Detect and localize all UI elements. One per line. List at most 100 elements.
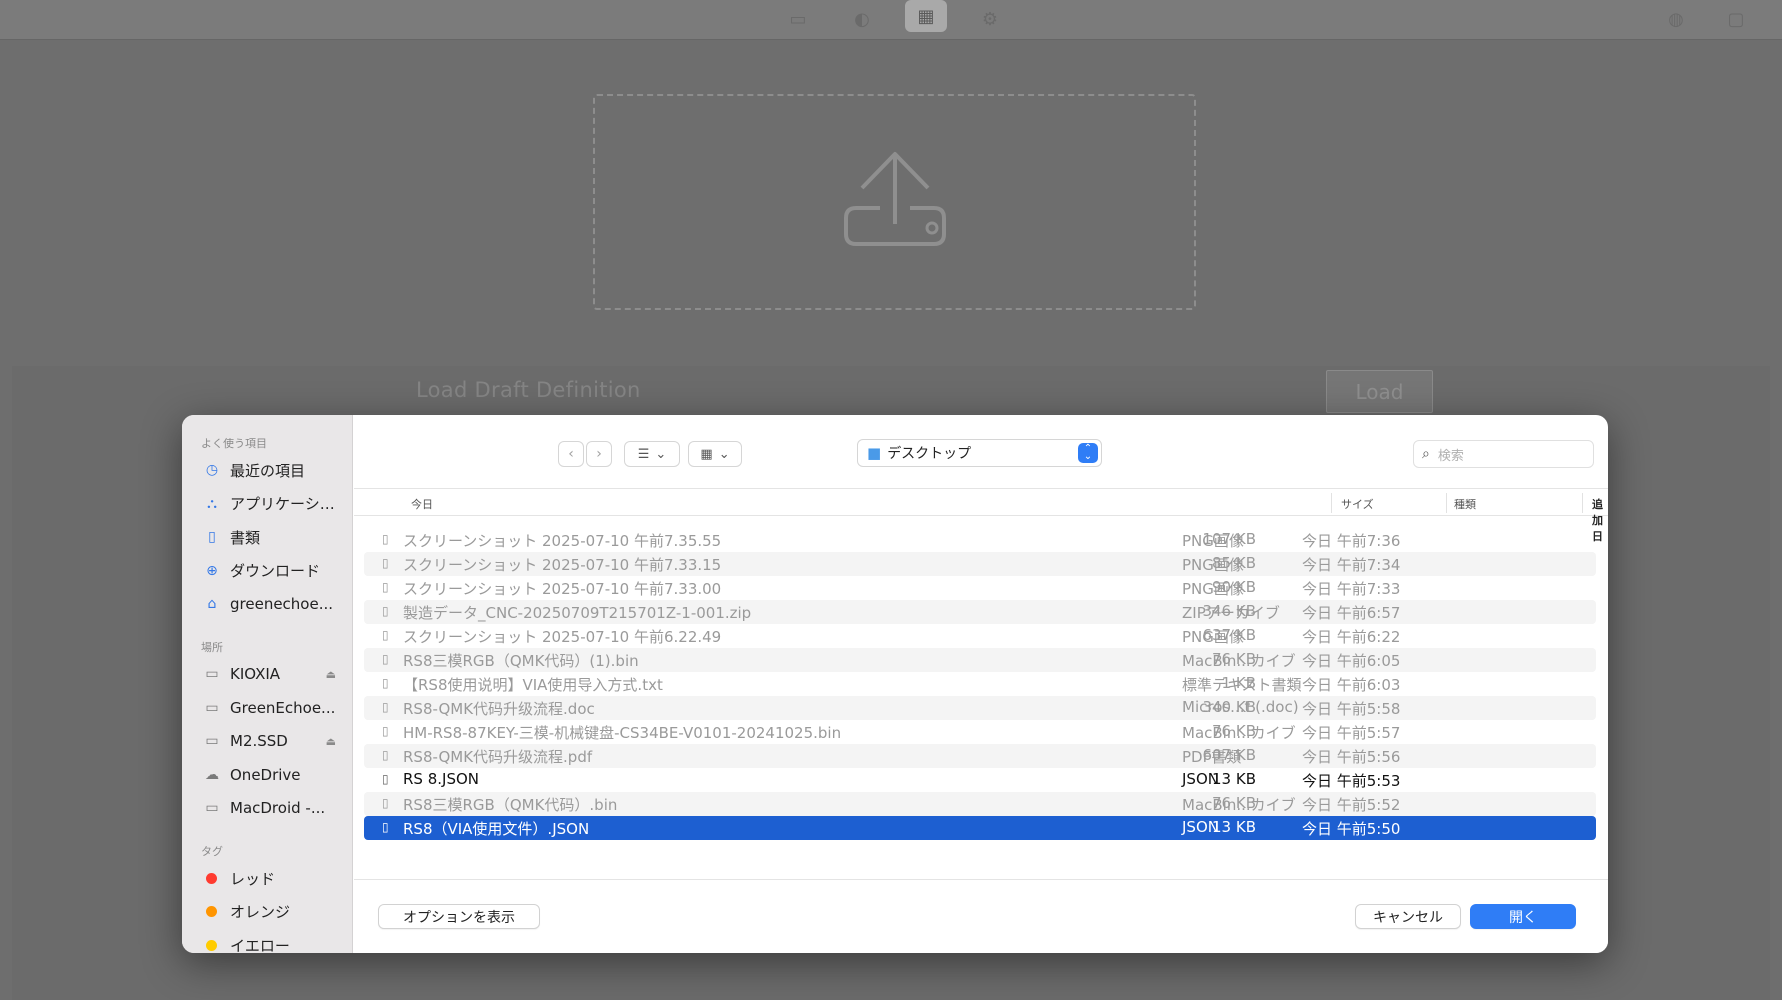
- sidebar-item[interactable]: ⊕ ダウンロード: [202, 558, 342, 584]
- keyboard-icon[interactable]: ▭: [780, 5, 816, 33]
- sidebar-item-label: M2.SSD: [230, 732, 288, 750]
- document-icon: ▯: [208, 529, 216, 545]
- account-icon[interactable]: ◍: [1658, 5, 1694, 33]
- file-row[interactable]: ▯ スクリーンショット 2025-07-10 午前6.22.49 637 KB PNG…: [364, 624, 1596, 648]
- size-column-header[interactable]: サイズ: [1341, 496, 1374, 512]
- upload-drop-zone[interactable]: [593, 94, 1196, 310]
- file-row[interactable]: ▯ スクリーンショット 2025-07-10 午前7.35.55 107 KB PNG…: [364, 528, 1596, 552]
- file-date: 今日 午前5:56: [1302, 748, 1401, 766]
- file-name: スクリーンショット 2025-07-10 午前7.35.55: [403, 532, 722, 550]
- file-icon: ▯: [382, 556, 389, 570]
- eject-icon[interactable]: ⏏: [326, 668, 336, 681]
- file-row[interactable]: ▯ RS8-QMK代码升级流程.doc 340 KB Micros...t (.doc…: [364, 696, 1596, 720]
- file-date: 今日 午前5:58: [1302, 700, 1401, 718]
- sidebar-item[interactable]: ◷ 最近の項目: [202, 457, 342, 483]
- search-field[interactable]: ⌕ 検索: [1413, 440, 1594, 468]
- load-button[interactable]: Load: [1326, 370, 1433, 413]
- sidebar-item-label: GreenEchoe...: [230, 698, 336, 717]
- column-divider[interactable]: [1582, 493, 1583, 513]
- file-row[interactable]: ▯ RS8三模RGB（QMK代码）.bin 76 KB MacBin...カイブ 今日 …: [364, 792, 1596, 816]
- open-button[interactable]: 開く: [1470, 904, 1576, 929]
- location-label: デスクトップ: [887, 446, 972, 462]
- dialog-footer: オプションを表示 キャンセル 開く: [354, 879, 1608, 953]
- forward-button[interactable]: ›: [586, 441, 612, 467]
- file-kind: JSON: [1182, 770, 1219, 788]
- file-kind: Micros...t (.doc): [1182, 698, 1299, 716]
- name-column-header[interactable]: 今日: [411, 496, 433, 512]
- cancel-button[interactable]: キャンセル: [1355, 904, 1461, 929]
- file-icon: ▯: [382, 700, 389, 714]
- search-placeholder: 検索: [1437, 448, 1464, 464]
- favorites-heading: よく使う項目: [201, 437, 267, 450]
- location-popup[interactable]: ■ デスクトップ ⌃ ⌄: [857, 439, 1102, 467]
- file-row[interactable]: ▯ HM-RS8-87KEY-三模-机械键盘-CS34BE-V0101-20241…: [364, 720, 1596, 744]
- file-icon: ▯: [382, 772, 389, 786]
- file-row[interactable]: ▯ RS8-QMK代码升级流程.pdf 607 KB PDF書類 今日 午前5:56: [364, 744, 1596, 768]
- file-date: 今日 午前7:33: [1302, 580, 1401, 598]
- sidebar-item-label: OneDrive: [230, 765, 301, 784]
- back-button[interactable]: ‹: [558, 441, 584, 467]
- file-row[interactable]: ▯ RS8（VIA使用文件）.JSON 13 KB JSON 今日 午前5:50: [364, 816, 1596, 840]
- sidebar-item[interactable]: オレンジ: [202, 899, 342, 925]
- file-kind: 標準テキスト書類: [1182, 676, 1302, 694]
- window-icon[interactable]: ▢: [1718, 5, 1754, 33]
- list-icon: ☰: [637, 446, 650, 462]
- file-kind: PDF書類: [1182, 748, 1242, 766]
- column-divider[interactable]: [1446, 493, 1447, 513]
- open-file-dialog: よく使う項目 ◷ 最近の項目 ⛬ アプリケーシ… ▯ 書類 ⊕ ダウンロード ⌂ greenech…: [182, 415, 1608, 953]
- download-icon: ⊕: [206, 562, 218, 579]
- lighting-icon[interactable]: ◐: [844, 5, 880, 33]
- group-button[interactable]: ▦ ⌄: [688, 441, 742, 467]
- tags-heading: タグ: [201, 845, 223, 858]
- file-row[interactable]: ▯ スクリーンショット 2025-07-10 午前7.33.15 85 KB PNG画…: [364, 552, 1596, 576]
- grid-icon: ▦: [700, 446, 713, 462]
- chevron-down-icon: ⌄: [655, 446, 667, 462]
- file-kind: ZIPアーカイブ: [1182, 604, 1280, 622]
- sidebar-item[interactable]: レッド: [202, 865, 342, 891]
- sidebar-item[interactable]: ⌂ greenechoe...: [202, 591, 342, 617]
- file-icon: ▯: [382, 796, 389, 810]
- file-date: 今日 午前5:57: [1302, 724, 1401, 742]
- sidebar-item[interactable]: イエロー: [202, 932, 342, 953]
- sidebar-item[interactable]: ▭ KIOXIA ⏏: [202, 661, 342, 687]
- file-kind: PNG画像: [1182, 556, 1244, 574]
- sidebar-item[interactable]: ⛬ アプリケーシ…: [202, 491, 342, 517]
- file-icon: ▯: [382, 676, 389, 690]
- file-icon: ▯: [382, 604, 389, 618]
- file-row[interactable]: ▯ 製造データ_CNC-20250709T215701Z-1-001.zip 346…: [364, 600, 1596, 624]
- file-name: RS8三模RGB（QMK代码）.bin: [403, 796, 618, 814]
- sidebar-item[interactable]: ▭ M2.SSD ⏏: [202, 728, 342, 754]
- sidebar-item-label: レッド: [230, 869, 276, 888]
- column-header: 今日 サイズ 種類 追加日 ⌄: [354, 488, 1608, 543]
- sidebar-item[interactable]: ☁ OneDrive: [202, 762, 342, 788]
- tag-dot-icon: [206, 906, 217, 917]
- file-name: RS 8.JSON: [403, 770, 479, 788]
- file-row[interactable]: ▯ スクリーンショット 2025-07-10 午前7.33.00 90 KB PNG画…: [364, 576, 1596, 600]
- file-icon: ▯: [382, 748, 389, 762]
- sidebar-item[interactable]: ▯ 書類: [202, 524, 342, 550]
- file-icon: ▯: [382, 628, 389, 642]
- kind-column-header[interactable]: 種類: [1454, 496, 1476, 512]
- settings-icon[interactable]: ⚙: [972, 5, 1008, 33]
- eject-icon[interactable]: ⏏: [326, 735, 336, 748]
- file-row[interactable]: ▯ RS 8.JSON 13 KB JSON 今日 午前5:53: [364, 768, 1596, 792]
- file-row[interactable]: ▯ RS8三模RGB（QMK代码）(1).bin 76 KB MacBin...カイブ…: [364, 648, 1596, 672]
- design-icon[interactable]: ▦: [905, 0, 947, 32]
- file-date: 今日 午前5:53: [1302, 772, 1401, 790]
- file-date: 今日 午前7:34: [1302, 556, 1401, 574]
- file-name: スクリーンショット 2025-07-10 午前6.22.49: [403, 628, 722, 646]
- tag-dot-icon: [206, 872, 217, 884]
- column-divider[interactable]: [1331, 493, 1332, 513]
- up-down-chevron-icon: ⌃ ⌄: [1078, 443, 1098, 463]
- list-view-button[interactable]: ☰ ⌄: [624, 441, 680, 467]
- sidebar-item[interactable]: ▭ MacDroid -...: [202, 795, 342, 821]
- sidebar-item[interactable]: ▭ GreenEchoe...: [202, 695, 342, 721]
- show-options-button[interactable]: オプションを表示: [378, 904, 540, 929]
- app-toolbar: ▭ ◐ ▦ ⚙ ◍ ▢: [0, 0, 1782, 40]
- sidebar-item-label: greenechoe...: [230, 595, 334, 613]
- file-name: RS8三模RGB（QMK代码）(1).bin: [403, 652, 639, 670]
- file-row[interactable]: ▯ 【RS8使用说明】VIA使用导入方式.txt 1 KB 標準テキスト書類 今日 午前…: [364, 672, 1596, 696]
- file-name: スクリーンショット 2025-07-10 午前7.33.15: [403, 556, 722, 574]
- file-date: 今日 午前5:50: [1302, 820, 1401, 838]
- file-kind: JSON: [1182, 818, 1219, 836]
